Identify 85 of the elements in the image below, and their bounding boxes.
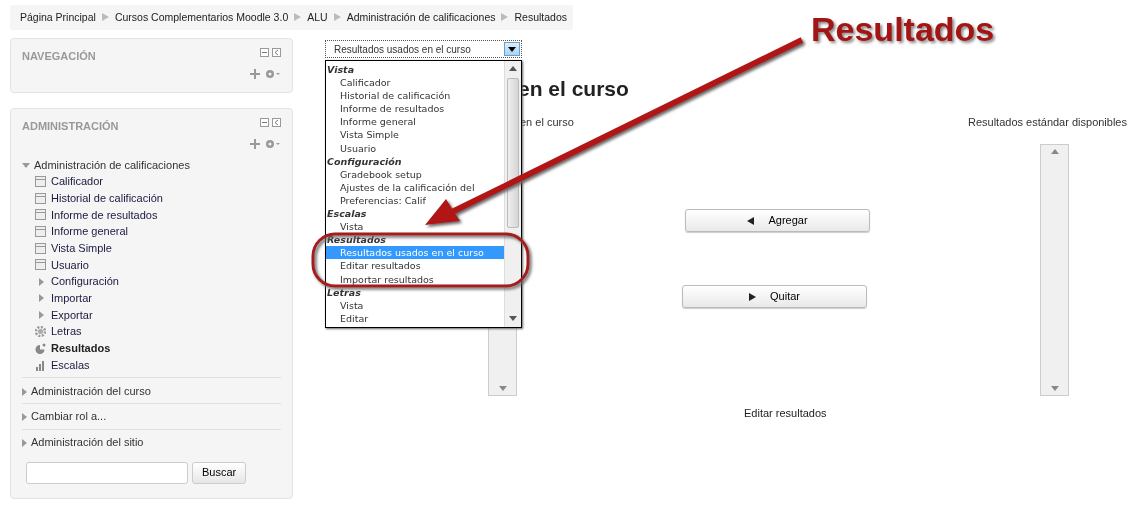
- dropdown-option[interactable]: Importar resultados: [326, 272, 504, 286]
- block-title: NAVEGACIÓN: [22, 49, 96, 64]
- dropdown-arrow-icon: [508, 46, 516, 52]
- breadcrumb-link[interactable]: ALU: [307, 9, 328, 26]
- expand-icon: [22, 387, 27, 396]
- collapse-icon: [22, 163, 30, 169]
- dropdown-option[interactable]: Vista: [326, 298, 504, 312]
- tree-link[interactable]: Escalas: [51, 356, 90, 374]
- select-value: Resultados usados en el curso: [334, 42, 471, 57]
- collapse-icon[interactable]: [272, 118, 281, 127]
- option-group-label: Resultados: [326, 233, 387, 247]
- add-button[interactable]: Agregar: [685, 209, 870, 232]
- dropdown-option[interactable]: Editar resultados: [326, 259, 504, 273]
- dock-icon[interactable]: [260, 48, 269, 57]
- scroll-down-icon[interactable]: [498, 386, 507, 391]
- option-group-label: Letras: [326, 285, 362, 299]
- tree-link[interactable]: Informe general: [51, 223, 129, 240]
- dropdown-option[interactable]: Preferencias: Calif: [326, 193, 504, 208]
- block-title: ADMINISTRACIÓN: [22, 119, 119, 134]
- tree-branch[interactable]: Administración de calificaciones: [34, 156, 190, 174]
- option-group-label: Escalas: [326, 207, 368, 221]
- pie-icon: [35, 342, 46, 354]
- right-arrow-icon: [749, 292, 756, 301]
- page-icon: [35, 259, 46, 271]
- page-icon: [35, 192, 46, 204]
- search-field[interactable]: [26, 461, 188, 484]
- scroll-up-icon[interactable]: [509, 66, 517, 71]
- page-icon: [35, 226, 46, 238]
- dock-icon[interactable]: [260, 118, 269, 127]
- dropdown-option[interactable]: Informe general: [326, 115, 504, 129]
- dropdown-option[interactable]: Calificador: [326, 76, 504, 90]
- collapse-icon[interactable]: [272, 48, 281, 57]
- scroll-up-icon[interactable]: [1050, 149, 1059, 154]
- tree-link[interactable]: Calificador: [51, 173, 103, 190]
- gear-icon: [35, 326, 46, 338]
- tree-branch[interactable]: Configuración: [51, 273, 119, 290]
- bar-chart-icon: [35, 359, 46, 371]
- scrollbar[interactable]: [504, 61, 521, 327]
- dropdown-option[interactable]: Editar: [326, 311, 504, 325]
- page-icon: [35, 209, 46, 221]
- expand-icon: [22, 413, 27, 422]
- breadcrumb-link[interactable]: Página Principal: [20, 9, 96, 26]
- search-button[interactable]: Buscar: [192, 461, 247, 484]
- tree-branch[interactable]: Importar: [51, 290, 92, 307]
- option-group-label: Vista: [326, 63, 356, 77]
- list-label: Resultados estándar disponibles: [968, 115, 1127, 130]
- dropdown-option[interactable]: Historial de calificación: [326, 89, 504, 103]
- dropdown-option[interactable]: Gradebook setup: [326, 167, 504, 181]
- edit-outcomes-link[interactable]: Editar resultados: [744, 405, 827, 422]
- move-icon[interactable]: [250, 68, 260, 79]
- tree-link[interactable]: Usuario: [51, 256, 89, 274]
- callout-text: Resultados: [811, 9, 995, 50]
- breadcrumb-link[interactable]: Resultados: [514, 9, 567, 26]
- scroll-down-icon[interactable]: [509, 316, 517, 321]
- tree-branch[interactable]: Administración del sitio: [31, 433, 144, 451]
- tree-branch[interactable]: Exportar: [51, 306, 93, 324]
- breadcrumb-link[interactable]: Cursos Complementarios Moodle 3.0: [114, 9, 289, 26]
- tree-link[interactable]: Vista Simple: [51, 240, 112, 257]
- breadcrumb-link[interactable]: Administración de calificaciones: [346, 9, 496, 26]
- dropdown-option[interactable]: Ajustes de la calificación del: [326, 180, 504, 194]
- tree-link[interactable]: Historial de calificación: [51, 189, 163, 207]
- tree-branch[interactable]: Cambiar rol a...: [31, 408, 107, 425]
- scroll-down-icon[interactable]: [1050, 386, 1059, 391]
- tree-link[interactable]: Informe de resultados: [51, 206, 158, 224]
- tree-link[interactable]: Letras: [51, 323, 82, 340]
- dropdown-option[interactable]: Usuario: [326, 141, 504, 155]
- page-icon: [35, 176, 46, 188]
- expand-icon: [22, 439, 27, 447]
- tree-link[interactable]: Resultados: [51, 340, 111, 357]
- page-icon: [35, 242, 46, 254]
- separator-icon: [501, 13, 509, 22]
- dropdown-option[interactable]: Vista: [326, 220, 504, 234]
- dropdown-option[interactable]: Informe de resultados: [326, 102, 504, 116]
- remove-button[interactable]: Quitar: [682, 285, 867, 308]
- gear-icon[interactable]: [265, 138, 281, 149]
- separator-icon: [294, 13, 302, 22]
- option-group-label: Configuración: [326, 154, 403, 168]
- move-icon[interactable]: [250, 138, 260, 149]
- gear-icon[interactable]: [265, 68, 281, 79]
- left-arrow-icon: [747, 216, 755, 225]
- report-select[interactable]: Resultados usados en el curso: [325, 40, 522, 58]
- dropdown-option[interactable]: Vista Simple: [326, 128, 504, 142]
- tree-branch[interactable]: Administración del curso: [31, 382, 151, 400]
- separator-icon: [333, 13, 341, 22]
- separator-icon: [101, 13, 109, 22]
